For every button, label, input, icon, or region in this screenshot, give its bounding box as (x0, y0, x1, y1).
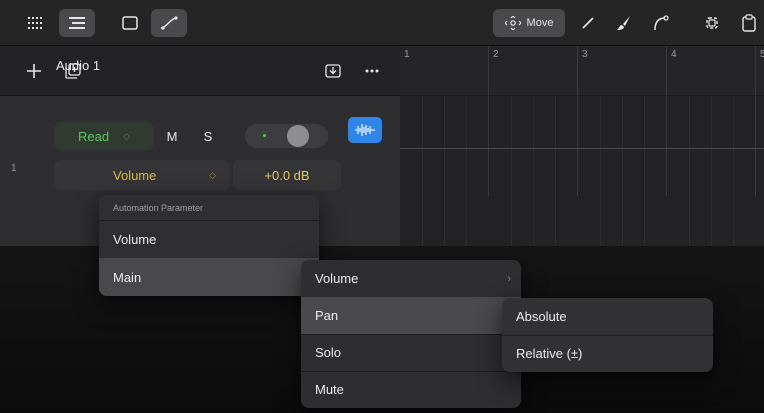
curve-tool-icon[interactable] (648, 9, 674, 37)
copy-icon[interactable] (699, 9, 725, 37)
automation-curve-icon[interactable] (151, 9, 187, 37)
menu-item-volume[interactable]: Volume (99, 220, 319, 258)
bar-line (755, 46, 756, 196)
waveform-icon[interactable] (348, 117, 382, 143)
menu-item-solo[interactable]: Solo (301, 334, 521, 371)
automation-mode-select[interactable]: Read ◇ (54, 122, 154, 150)
updown-chevron-icon: ◇ (209, 169, 216, 180)
volume-knob[interactable] (287, 125, 309, 147)
automation-parameter-menu: Automation Parameter Volume Main (99, 195, 319, 296)
track-name[interactable]: Audio 1 (56, 58, 100, 73)
menu-item-main[interactable]: Main (99, 258, 319, 296)
menu-item-relative[interactable]: Relative (±) (502, 335, 713, 372)
track-number: 1 (11, 163, 17, 174)
timeline[interactable]: 1 2 3 4 5 (400, 46, 764, 246)
bar-number: 4 (671, 49, 677, 60)
beat-gridline (466, 96, 467, 246)
beat-gridline (644, 96, 645, 246)
main-submenu: Volume › Pan Solo Mute (301, 260, 521, 408)
bar-number: 2 (493, 49, 499, 60)
list-icon[interactable] (59, 9, 95, 37)
automation-value[interactable]: +0.0 dB (233, 160, 341, 190)
menu-item-volume[interactable]: Volume › (301, 260, 521, 297)
automation-parameter-select[interactable]: Volume ◇ (54, 160, 230, 190)
plus-icon[interactable] (24, 60, 44, 82)
toolbar: Move (0, 0, 764, 46)
beat-gridline (422, 96, 423, 246)
bar-number: 3 (582, 49, 588, 60)
beat-gridline (555, 96, 556, 246)
pan-submenu: Absolute Relative (±) (502, 298, 713, 372)
paste-icon[interactable] (736, 9, 762, 37)
mute-button[interactable]: M (158, 122, 186, 150)
window-icon[interactable] (116, 9, 144, 37)
brush-icon[interactable] (611, 9, 637, 37)
bar-line (666, 46, 667, 196)
automation-parameter-label: Volume (113, 167, 157, 183)
beat-gridline (444, 96, 445, 246)
automation-mode-label: Read (78, 128, 110, 144)
move-label: Move (526, 17, 554, 29)
bar-number: 5 (760, 49, 764, 60)
beat-gridline (600, 96, 601, 246)
bar-number: 1 (404, 49, 410, 60)
menu-item-label: Volume (315, 271, 359, 286)
volume-slider[interactable] (245, 124, 328, 148)
grid-icon[interactable] (21, 9, 49, 37)
download-icon[interactable] (323, 60, 343, 82)
chevron-right-icon: › (507, 272, 511, 285)
solo-button[interactable]: S (194, 122, 222, 150)
beat-gridline (511, 96, 512, 246)
move-icon (504, 16, 521, 30)
bar-ruler[interactable]: 1 2 3 4 5 (400, 46, 764, 96)
beat-gridline (711, 96, 712, 246)
pencil-icon[interactable] (575, 9, 601, 37)
updown-chevron-icon: ◇ (123, 130, 130, 141)
move-tool-button[interactable]: Move (493, 9, 565, 37)
menu-item-absolute[interactable]: Absolute (502, 298, 713, 335)
beat-gridline (622, 96, 623, 246)
bar-line (488, 46, 489, 196)
menu-item-pan[interactable]: Pan (301, 297, 521, 334)
beat-gridline (689, 96, 690, 246)
menu-item-mute[interactable]: Mute (301, 371, 521, 408)
beat-gridline (733, 96, 734, 246)
menu-header: Automation Parameter (113, 202, 204, 213)
bar-line (577, 46, 578, 196)
beat-gridline (533, 96, 534, 246)
more-icon[interactable] (362, 60, 382, 82)
level-indicator (263, 134, 266, 137)
automation-line[interactable] (400, 148, 764, 149)
